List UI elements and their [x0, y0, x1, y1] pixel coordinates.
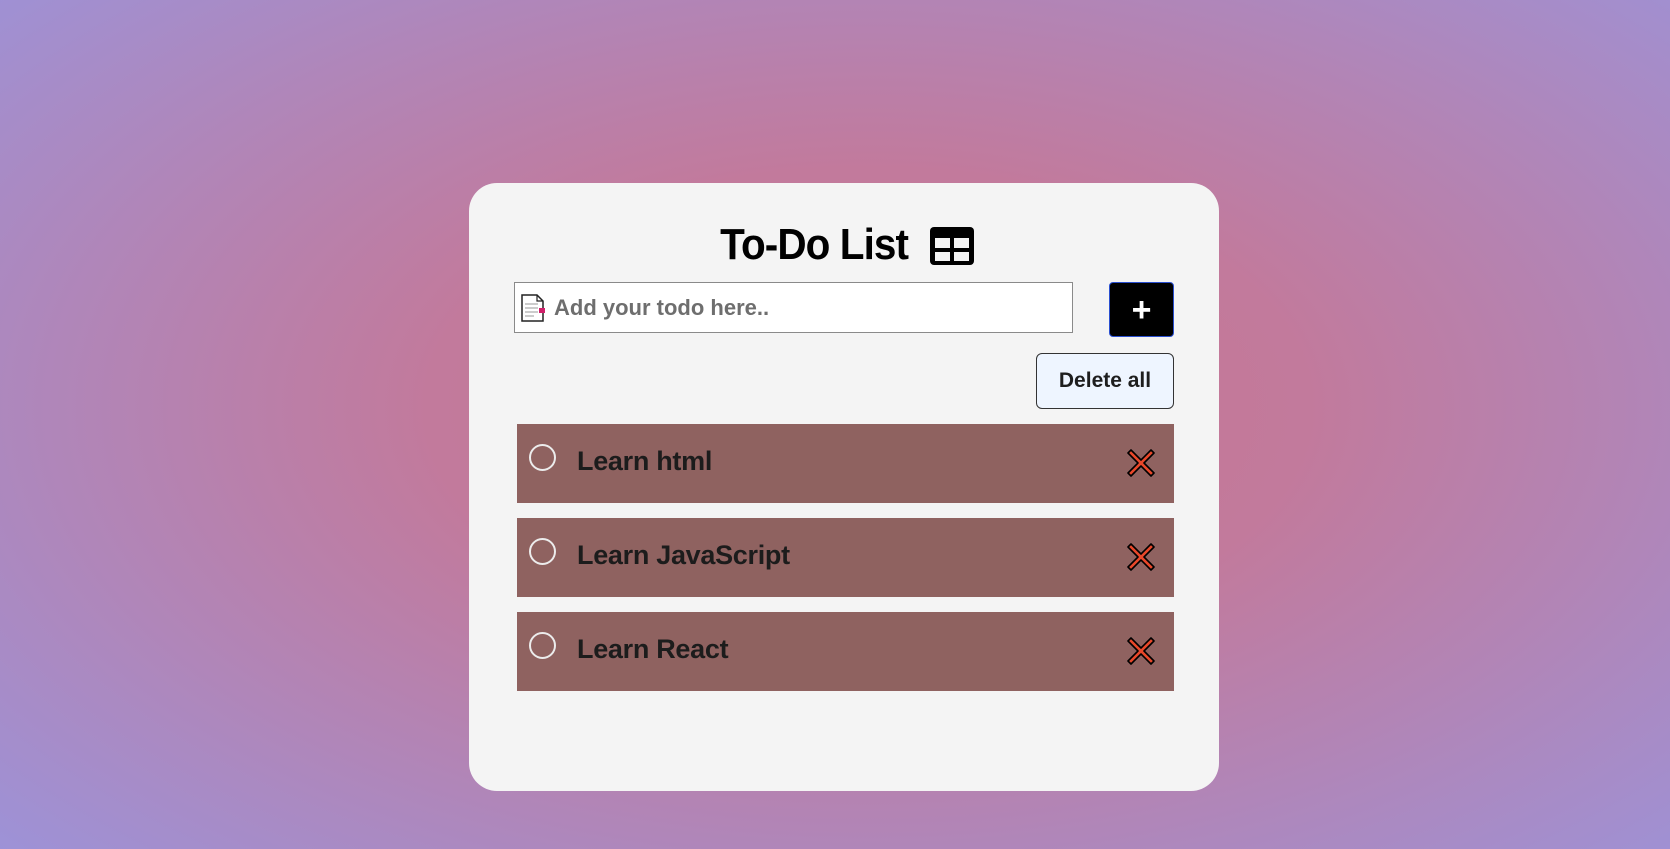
- complete-toggle-circle[interactable]: [529, 538, 556, 565]
- delete-all-button[interactable]: Delete all: [1036, 353, 1174, 409]
- todo-text: Learn React: [577, 634, 729, 664]
- add-todo-button[interactable]: +: [1109, 282, 1174, 337]
- memo-icon: [519, 293, 547, 323]
- todo-item: Learn JavaScript: [517, 518, 1174, 597]
- complete-toggle-circle[interactable]: [529, 632, 556, 659]
- todo-item: Learn React: [517, 612, 1174, 691]
- todo-input-wrapper: [514, 282, 1073, 333]
- cross-mark-icon[interactable]: [1124, 540, 1158, 574]
- cross-mark-icon[interactable]: [1124, 634, 1158, 668]
- todo-text: Learn JavaScript: [577, 540, 790, 570]
- page-title: To-Do List: [720, 220, 909, 269]
- todo-list: Learn html Learn JavaScript Learn React: [517, 424, 1174, 706]
- todo-card: To-Do List + Delete all: [469, 183, 1219, 791]
- todo-item: Learn html: [517, 424, 1174, 503]
- table-icon: [928, 225, 976, 267]
- todo-text: Learn html: [577, 446, 713, 476]
- title-row: To-Do List: [469, 217, 1219, 273]
- todo-input[interactable]: [554, 287, 1054, 328]
- cross-mark-icon[interactable]: [1124, 446, 1158, 480]
- complete-toggle-circle[interactable]: [529, 444, 556, 471]
